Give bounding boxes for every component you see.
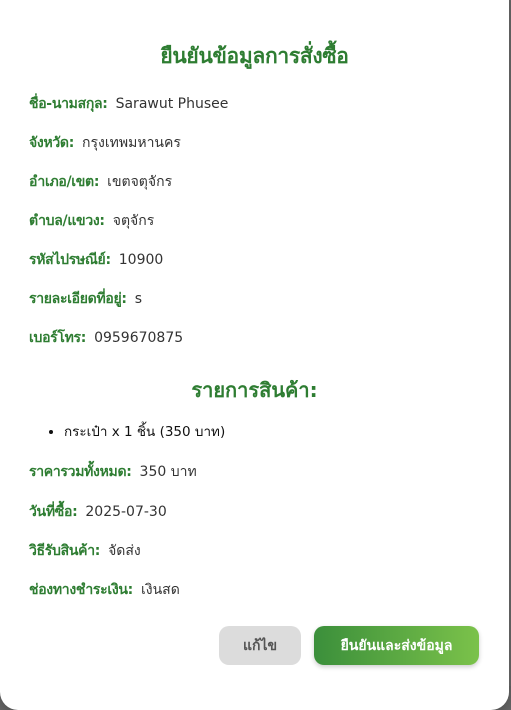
items-heading: รายการสินค้า: [191, 378, 318, 402]
field-value: 10900 [118, 252, 164, 268]
field-value: เงินสด [140, 582, 180, 598]
field-fullname: ชื่อ-นามสกุล: Sarawut Phusee [29, 93, 228, 115]
field-phone: เบอร์โทร: 0959670875 [29, 327, 183, 349]
field-label: รายละเอียดที่อยู่: [29, 291, 127, 307]
field-payment-method: ช่องทางชำระเงิน: เงินสด [29, 579, 180, 601]
field-label: ราคารวมทั้งหมด: [29, 464, 132, 480]
order-confirm-dialog: ยืนยันข้อมูลการสั่งซื้อ ชื่อ-นามสกุล: Sar… [0, 0, 509, 710]
field-label: วันที่ซื้อ: [29, 504, 78, 520]
field-subdistrict: ตำบล/แขวง: จตุจักร [29, 210, 154, 232]
list-item: กระเป๋า x 1 ชิ้น (350 บาท) [64, 420, 225, 442]
field-label: อำเภอ/เขต: [29, 174, 100, 190]
field-value: s [134, 291, 143, 307]
field-district: อำเภอ/เขต: เขตจตุจักร [29, 171, 172, 193]
field-label: ช่องทางชำระเงิน: [29, 582, 133, 598]
dialog-title: ยืนยันข้อมูลการสั่งซื้อ [160, 44, 349, 68]
field-label: วิธีรับสินค้า: [29, 543, 101, 559]
field-postcode: รหัสไปรษณีย์: 10900 [29, 249, 163, 271]
field-value: 0959670875 [94, 330, 184, 346]
field-value: Sarawut Phusee [115, 96, 229, 112]
field-value: 2025-07-30 [85, 504, 167, 520]
field-purchase-date: วันที่ซื้อ: 2025-07-30 [29, 501, 167, 523]
field-value: จัดส่ง [108, 543, 141, 559]
field-label: รหัสไปรษณีย์: [29, 252, 111, 268]
confirm-submit-button[interactable]: ยืนยันและส่งข้อมูล [314, 626, 479, 665]
field-value: 350 บาท [139, 464, 197, 480]
field-label: ชื่อ-นามสกุล: [29, 96, 108, 112]
edit-button[interactable]: แก้ไข [219, 626, 301, 665]
field-province: จังหวัด: กรุงเทพมหานคร [29, 132, 181, 154]
field-label: ตำบล/แขวง: [29, 213, 105, 229]
items-list: กระเป๋า x 1 ชิ้น (350 บาท) [44, 420, 225, 442]
field-address-detail: รายละเอียดที่อยู่: s [29, 288, 142, 310]
field-delivery-method: วิธีรับสินค้า: จัดส่ง [29, 540, 141, 562]
field-value: เขตจตุจักร [107, 174, 173, 190]
field-value: กรุงเทพมหานคร [82, 135, 181, 151]
field-label: จังหวัด: [29, 135, 75, 151]
field-label: เบอร์โทร: [29, 330, 87, 346]
field-value: จตุจักร [112, 213, 155, 229]
field-total-price: ราคารวมทั้งหมด: 350 บาท [29, 461, 197, 483]
